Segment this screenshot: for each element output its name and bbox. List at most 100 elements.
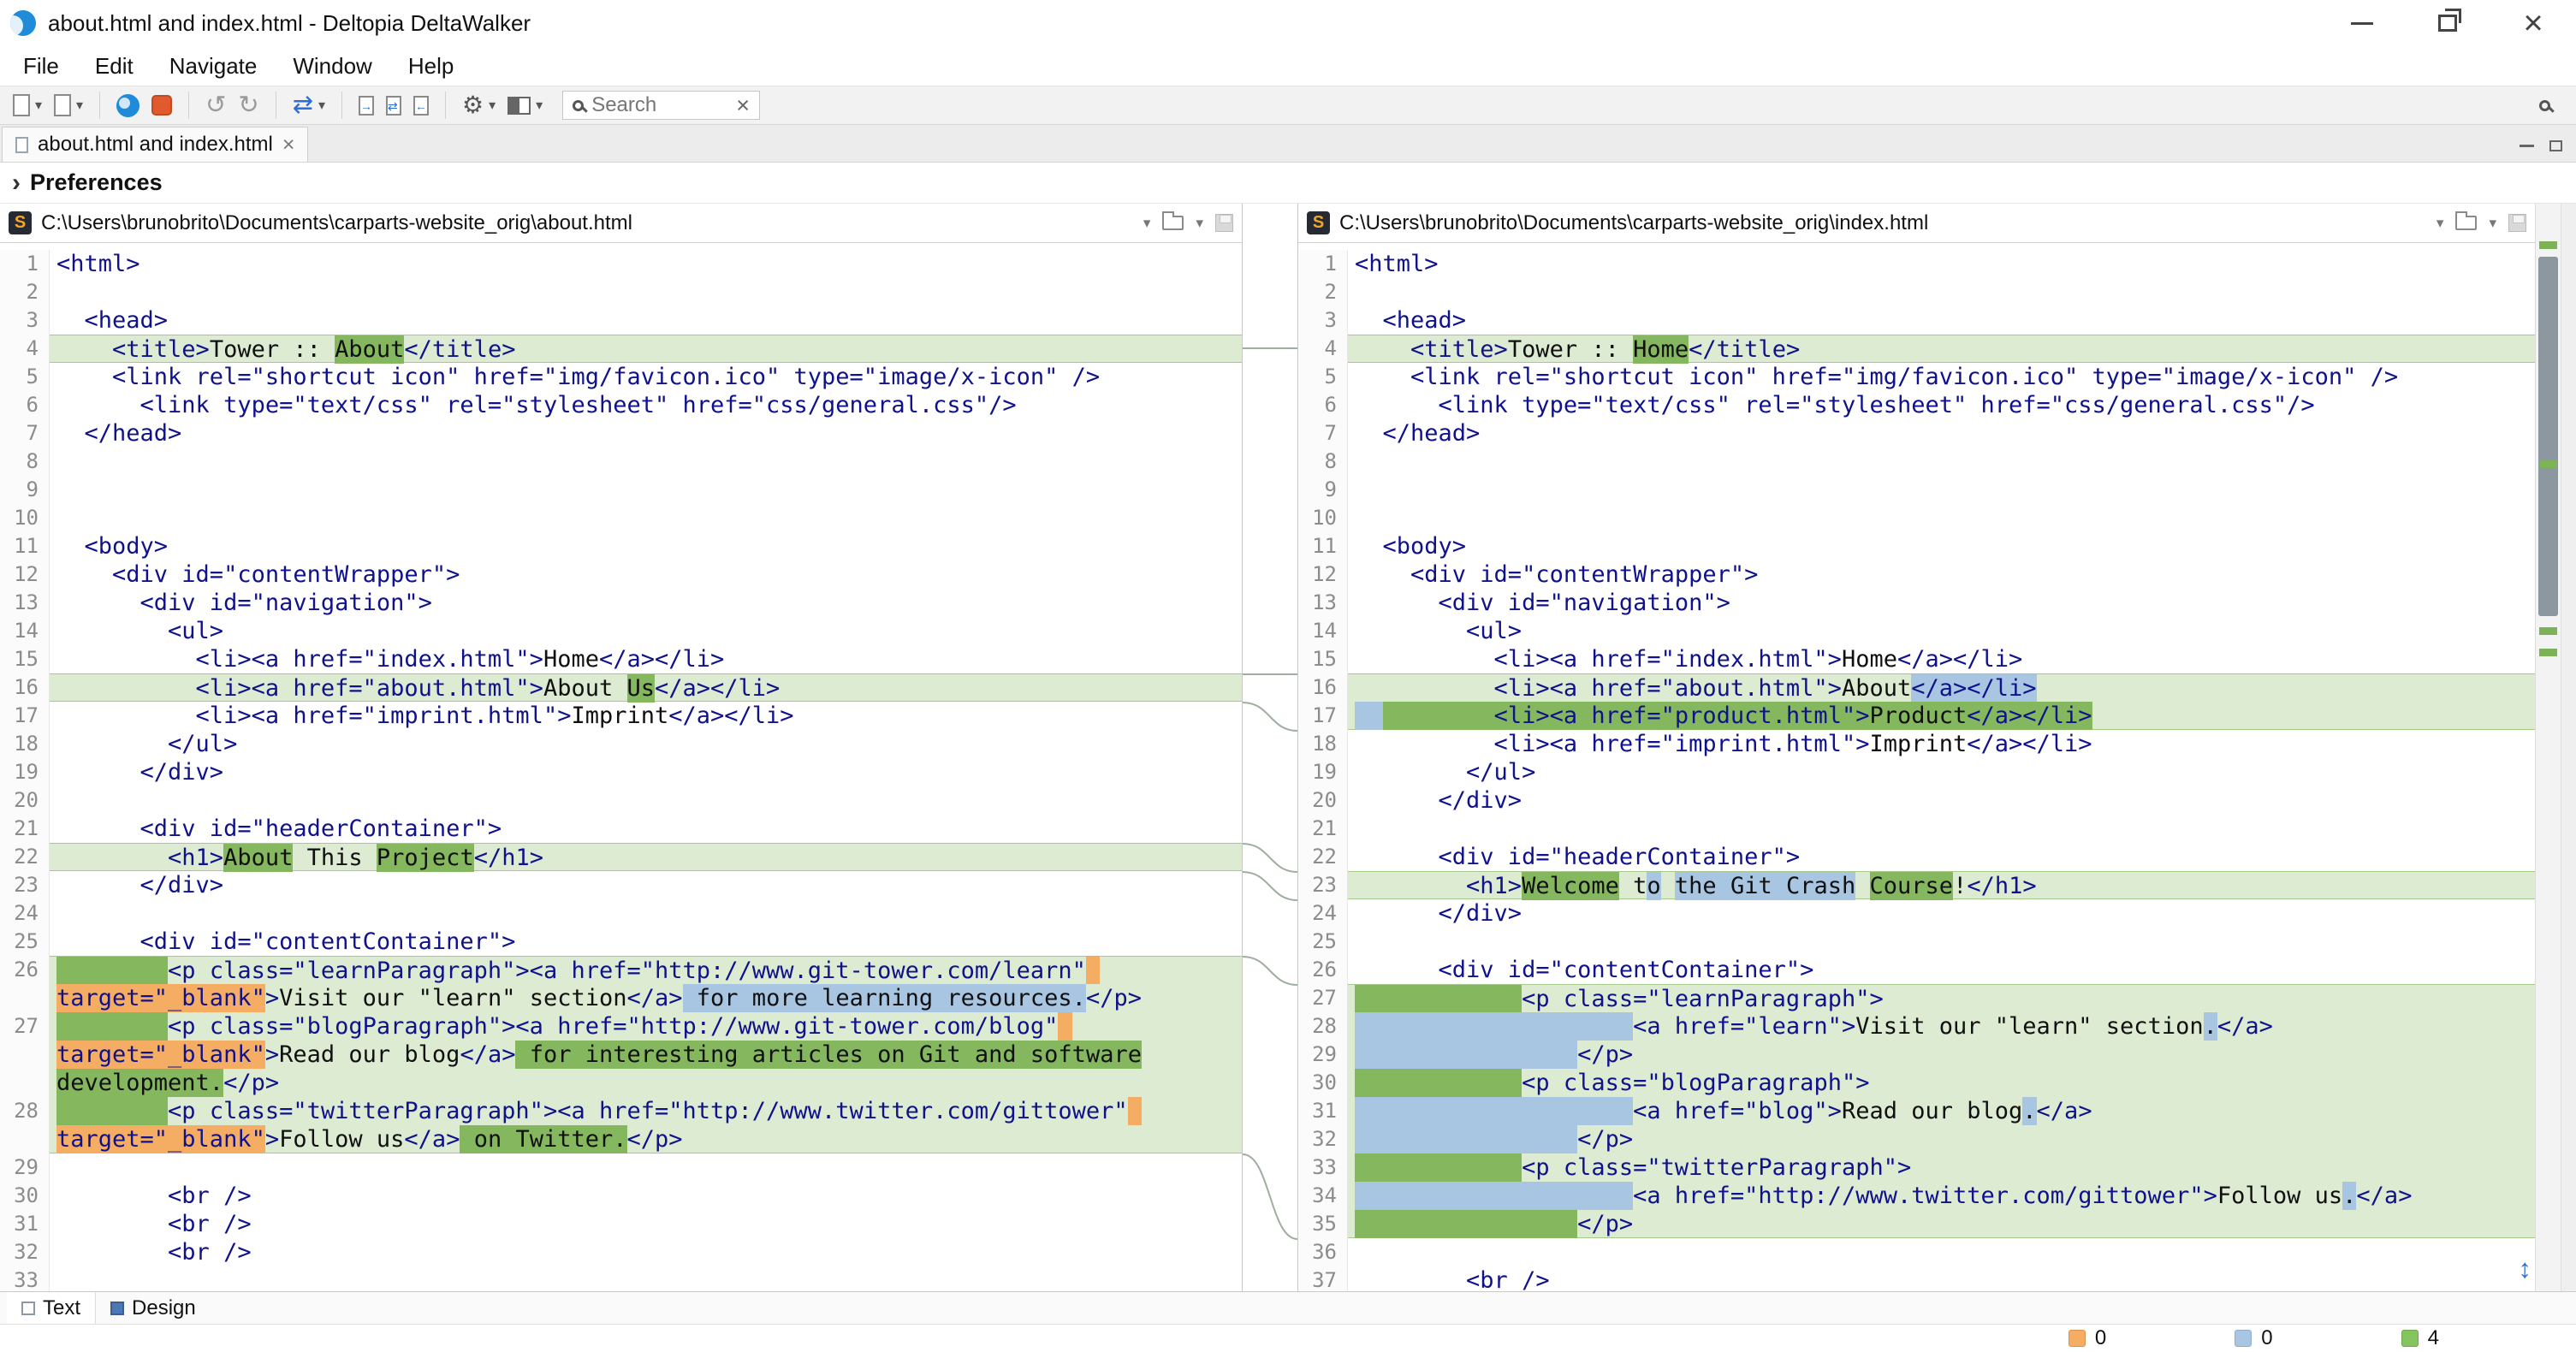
folder-icon[interactable] [1162, 216, 1184, 230]
preferences-bar[interactable]: › Preferences [0, 163, 2576, 204]
search-icon[interactable] [2539, 100, 2550, 111]
code-row[interactable]: 13 <div id="navigation"> [1298, 589, 2535, 617]
menu-edit[interactable]: Edit [77, 53, 151, 80]
code-row[interactable]: 21 <div id="headerContainer"> [0, 815, 1242, 843]
copy-all-button[interactable]: ⇄ [380, 88, 407, 122]
compare-button[interactable] [110, 88, 145, 122]
code-row[interactable]: 3 <head> [1298, 306, 2535, 335]
left-code[interactable]: 1<html>23 <head>4 <title>Tower :: About<… [0, 243, 1242, 1291]
code-row[interactable]: 8 [1298, 448, 2535, 476]
code-row[interactable]: 14 <ul> [1298, 617, 2535, 645]
code-row[interactable]: 32 <br /> [0, 1238, 1242, 1266]
code-row[interactable]: 29 [0, 1153, 1242, 1182]
chevron-down-icon[interactable]: ▾ [1196, 215, 1203, 232]
code-row[interactable]: 18 <li><a href="imprint.html">Imprint</a… [1298, 730, 2535, 758]
copy-to-right-button[interactable]: → [353, 88, 380, 122]
code-row[interactable]: 5 <link rel="shortcut icon" href="img/fa… [0, 363, 1242, 391]
menu-file[interactable]: File [5, 53, 77, 80]
code-row[interactable]: target="_blank">Read our blog</a> for in… [0, 1041, 1242, 1069]
copy-to-left-button[interactable]: ← [407, 88, 435, 122]
code-row[interactable]: 24 </div> [1298, 899, 2535, 928]
code-row[interactable]: 25 <div id="contentContainer"> [0, 928, 1242, 956]
chevron-down-icon[interactable]: ▾ [2489, 215, 2496, 232]
code-row[interactable]: 36 [1298, 1238, 2535, 1266]
code-row[interactable]: 33 <p class="twitterParagraph"> [1298, 1153, 2535, 1182]
merge-button[interactable]: ⇄ ▾ [287, 88, 331, 122]
code-row[interactable]: 20 [0, 786, 1242, 815]
layout-button[interactable]: ▾ [502, 88, 549, 122]
vertical-scrollbar[interactable] [2535, 204, 2561, 1291]
code-row[interactable]: 4 <title>Tower :: Home</title> [1298, 335, 2535, 363]
code-row[interactable]: 11 <body> [1298, 532, 2535, 560]
tab-text[interactable]: Text [7, 1292, 96, 1324]
code-row[interactable]: 12 <div id="contentWrapper"> [0, 560, 1242, 589]
tab-design[interactable]: Design [96, 1292, 211, 1324]
scroll-sync-icon[interactable]: ↕ [2519, 1254, 2532, 1284]
tab-about-and-index[interactable]: about.html and index.html × [2, 127, 308, 162]
code-row[interactable]: 10 [1298, 504, 2535, 532]
code-row[interactable]: 23 <h1>Welcome to the Git Crash Course!<… [1298, 871, 2535, 899]
change-marker[interactable] [2539, 649, 2557, 656]
code-row[interactable]: 16 <li><a href="about.html">About Us</a>… [0, 673, 1242, 702]
code-row[interactable]: 28 <p class="twitterParagraph"><a href="… [0, 1097, 1242, 1125]
minimize-view-icon[interactable] [2520, 145, 2534, 147]
code-row[interactable]: 1<html> [1298, 250, 2535, 278]
code-row[interactable]: 24 [0, 899, 1242, 928]
code-row[interactable]: 30 <br /> [0, 1182, 1242, 1210]
code-row[interactable]: 16 <li><a href="about.html">About</a></l… [1298, 673, 2535, 702]
code-row[interactable]: 4 <title>Tower :: About</title> [0, 335, 1242, 363]
save-icon[interactable] [1215, 214, 1233, 232]
menu-navigate[interactable]: Navigate [151, 53, 276, 80]
code-row[interactable]: target="_blank">Visit our "learn" sectio… [0, 984, 1242, 1012]
code-row[interactable]: development.</p> [0, 1069, 1242, 1097]
chevron-down-icon[interactable]: ▾ [2437, 215, 2444, 232]
change-marker[interactable] [2539, 627, 2557, 635]
minimize-button[interactable] [2319, 0, 2405, 46]
code-row[interactable]: 19 </div> [0, 758, 1242, 786]
code-row[interactable]: 35 </p> [1298, 1210, 2535, 1238]
code-row[interactable]: 18 </ul> [0, 730, 1242, 758]
code-row[interactable]: 13 <div id="navigation"> [0, 589, 1242, 617]
code-row[interactable]: 9 [1298, 476, 2535, 504]
code-row[interactable]: 20 </div> [1298, 786, 2535, 815]
chevron-down-icon[interactable]: ▾ [1143, 215, 1151, 232]
settings-button[interactable]: ⚙ ▾ [456, 88, 502, 122]
code-row[interactable]: 14 <ul> [0, 617, 1242, 645]
previous-difference-button[interactable]: ↺ [199, 88, 232, 122]
close-button[interactable]: × [2490, 0, 2576, 46]
folder-icon[interactable] [2455, 216, 2477, 230]
code-row[interactable]: 25 [1298, 928, 2535, 956]
code-row[interactable]: 22 <div id="headerContainer"> [1298, 843, 2535, 871]
right-code[interactable]: 1<html>23 <head>4 <title>Tower :: Home</… [1298, 243, 2535, 1291]
new-comparison-button[interactable]: ▾ [7, 88, 48, 122]
open-comparison-button[interactable]: ▾ [48, 88, 89, 122]
code-row[interactable]: 32 </p> [1298, 1125, 2535, 1153]
code-row[interactable]: 2 [1298, 278, 2535, 306]
code-row[interactable]: 5 <link rel="shortcut icon" href="img/fa… [1298, 363, 2535, 391]
code-row[interactable]: 9 [0, 476, 1242, 504]
code-row[interactable]: 28 <a href="learn">Visit our "learn" sec… [1298, 1012, 2535, 1041]
code-row[interactable]: 6 <link type="text/css" rel="stylesheet"… [1298, 391, 2535, 419]
code-row[interactable]: 7 </head> [0, 419, 1242, 448]
menu-help[interactable]: Help [390, 53, 472, 80]
code-row[interactable]: 31 <br /> [0, 1210, 1242, 1238]
code-row[interactable]: 30 <p class="blogParagraph"> [1298, 1069, 2535, 1097]
next-difference-button[interactable]: ↻ [232, 88, 264, 122]
code-row[interactable]: 34 <a href="http://www.twitter.com/gitto… [1298, 1182, 2535, 1210]
code-row[interactable]: 3 <head> [0, 306, 1242, 335]
code-row[interactable]: 21 [1298, 815, 2535, 843]
code-row[interactable]: 15 <li><a href="index.html">Home</a></li… [0, 645, 1242, 673]
code-row[interactable]: 15 <li><a href="index.html">Home</a></li… [1298, 645, 2535, 673]
code-row[interactable]: 27 <p class="blogParagraph"><a href="htt… [0, 1012, 1242, 1041]
code-row[interactable]: 1<html> [0, 250, 1242, 278]
code-row[interactable]: 37 <br /> [1298, 1266, 2535, 1291]
save-icon[interactable] [2508, 214, 2526, 232]
code-row[interactable]: 27 <p class="learnParagraph"> [1298, 984, 2535, 1012]
search-clear-icon[interactable]: × [736, 92, 750, 119]
code-row[interactable]: 31 <a href="blog">Read our blog.</a> [1298, 1097, 2535, 1125]
code-row[interactable]: 12 <div id="contentWrapper"> [1298, 560, 2535, 589]
code-row[interactable]: 17 <li><a href="product.html">Product</a… [1298, 702, 2535, 730]
menu-window[interactable]: Window [275, 53, 389, 80]
code-row[interactable]: 26 <div id="contentContainer"> [1298, 956, 2535, 984]
code-row[interactable]: 19 </ul> [1298, 758, 2535, 786]
